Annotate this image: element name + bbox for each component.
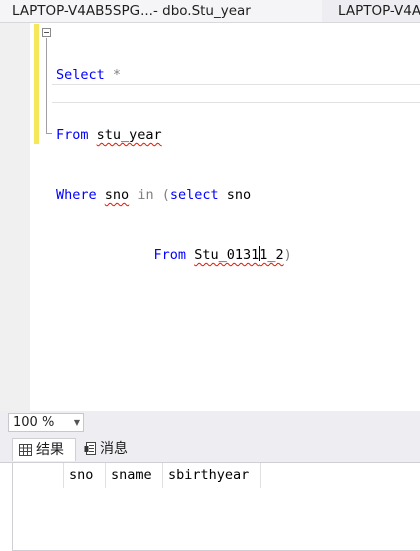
editor-margin	[0, 23, 30, 411]
grid-header-row: sno sname sbirthyear	[12, 463, 261, 488]
table-name-part: Stu_0131	[194, 247, 260, 263]
outline-line	[46, 38, 47, 133]
results-grid[interactable]: sno sname sbirthyear	[0, 463, 420, 551]
star-token: *	[104, 67, 122, 83]
code-line-1: Select *	[56, 65, 292, 85]
keyword-where: Where	[56, 187, 97, 203]
outline-end	[46, 133, 52, 134]
open-paren: (	[161, 187, 170, 203]
column-name: sno	[104, 187, 130, 203]
column-header-sno[interactable]: sno	[64, 463, 106, 488]
table-name: stu_year	[96, 127, 162, 143]
ssms-query-window: LAPTOP-V4AB5SPG...- dbo.Stu_year LAPTOP-…	[0, 0, 420, 551]
column-header-sbirthyear[interactable]: sbirthyear	[163, 463, 261, 488]
tab-other-connection[interactable]: LAPTOP-V4AB5SPG	[338, 0, 420, 22]
keyword-select: Select	[56, 67, 105, 83]
column-name: sno	[226, 187, 252, 203]
keyword-from: From	[153, 247, 187, 263]
row-number-header[interactable]	[12, 463, 64, 488]
tab-query-stu-year[interactable]: LAPTOP-V4AB5SPG...- dbo.Stu_year	[0, 0, 322, 22]
keyword-select: select	[169, 187, 219, 203]
code-line-4: From Stu_01311_2)	[56, 245, 292, 265]
column-header-sname[interactable]: sname	[106, 463, 163, 488]
message-icon	[84, 440, 96, 463]
document-tab-strip: LAPTOP-V4AB5SPG...- dbo.Stu_year LAPTOP-…	[0, 0, 420, 23]
tab-title: LAPTOP-V4AB5SPG...- dbo.Stu_year	[12, 3, 251, 19]
tab-results[interactable]: 结果	[12, 438, 76, 461]
tab-results-label: 结果	[36, 442, 64, 458]
tab-title: LAPTOP-V4AB5SPG	[338, 3, 420, 19]
results-tab-strip: 结果 消息	[0, 435, 420, 463]
zoom-dropdown[interactable]: 100 % ▼	[8, 413, 84, 432]
chevron-down-icon: ▼	[73, 418, 80, 427]
grid-icon	[19, 441, 32, 464]
zoom-value: 100 %	[13, 415, 55, 430]
tab-messages-label: 消息	[100, 441, 128, 457]
code-line-3: Where sno in (select sno	[56, 185, 292, 205]
change-tracking-bar	[34, 24, 39, 144]
table-name-part: 1_2	[259, 247, 284, 263]
code-line-2: From stu_year	[56, 125, 292, 145]
collapse-icon[interactable]	[42, 28, 51, 37]
close-paren: )	[283, 247, 292, 263]
table-name: Stu_01311_2	[194, 246, 284, 263]
editor-zoom-bar: 100 % ▼	[0, 411, 420, 435]
keyword-from: From	[56, 127, 89, 143]
query-editor[interactable]: Select * From stu_year Where sno in (sel…	[0, 23, 420, 411]
sql-code[interactable]: Select * From stu_year Where sno in (sel…	[56, 25, 292, 305]
keyword-in: in	[137, 187, 154, 203]
tab-messages[interactable]: 消息	[78, 438, 138, 461]
